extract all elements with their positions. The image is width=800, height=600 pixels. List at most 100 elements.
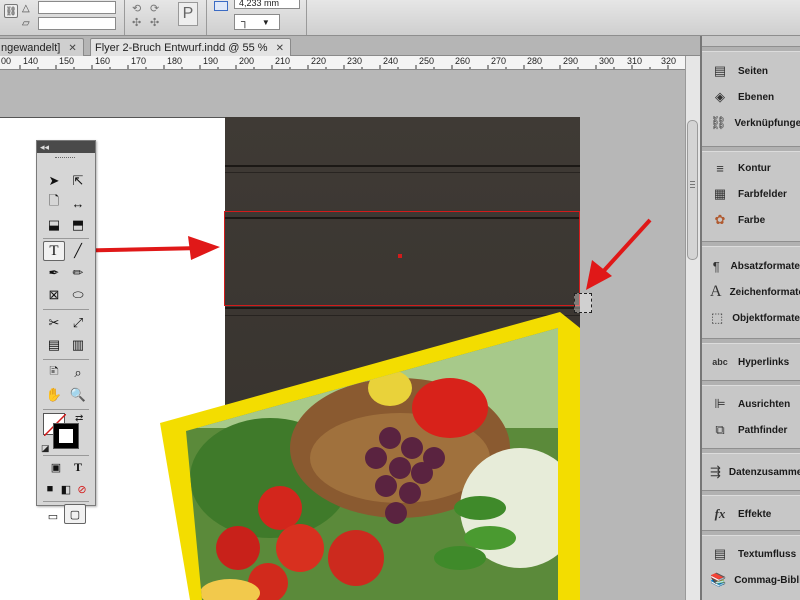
text-wrap-icon: ▤ [713, 546, 727, 561]
stroke-swatch[interactable] [53, 423, 79, 449]
panel-group-divider[interactable] [702, 338, 800, 344]
horizontal-ruler[interactable]: 00 140 150 160 170 180 190 200 210 220 2… [0, 56, 685, 70]
zoom-tool-icon[interactable]: 🔍 [67, 385, 89, 405]
tab-flyer-entwurf[interactable]: Flyer 2-Bruch Entwurf.indd @ 55 % ✕ [90, 38, 291, 56]
select-container-icon[interactable]: ✣ [150, 16, 159, 29]
vegetable-photo[interactable] [160, 308, 580, 600]
panel-item-farbfelder[interactable]: ▦ Farbfelder [702, 181, 800, 207]
shear-angle-field[interactable] [38, 17, 116, 30]
links-icon: ⛓ [710, 115, 727, 130]
divider [43, 455, 89, 456]
divider [43, 409, 89, 410]
rotate-icon: △ [22, 3, 30, 14]
data-merge-icon: ⇶ [710, 464, 721, 479]
tools-panel-header[interactable]: ◂◂ [37, 141, 95, 153]
tools-panel[interactable]: ◂◂ ➤ ⇱ 🗋 ↔ ⬓ ⬒ T ╱ ✒ ✏ ⊠ ⬭ ✂ ⤢ ▤ ▥ 🗈 ⌕ ✋… [36, 140, 96, 506]
separator [124, 0, 125, 35]
ellipse-tool-icon[interactable]: ⬭ [67, 285, 89, 305]
panel-item-zeichenformate[interactable]: A Zeichenformate [702, 279, 800, 305]
panel-item-farbe[interactable]: ✿ Farbe [702, 207, 800, 233]
gradient-feather-tool-icon[interactable]: ▥ [67, 335, 89, 355]
panel-label: Zeichenformate [729, 286, 800, 298]
paragraph-icon[interactable]: P [178, 2, 198, 26]
content-placer-icon[interactable]: ⬒ [67, 215, 89, 235]
type-tool-icon[interactable]: T [43, 241, 65, 261]
pen-tool-icon[interactable]: ✒ [43, 263, 65, 283]
panel-group-divider[interactable] [702, 241, 800, 247]
corner-shape-dropdown[interactable]: ┐ ▼ [234, 14, 280, 30]
close-icon[interactable]: ✕ [68, 43, 76, 54]
formatting-affects-text-icon[interactable]: T [67, 457, 89, 477]
panel-item-kontur[interactable]: ≡ Kontur [702, 155, 800, 181]
free-transform-tool-icon[interactable]: ⤢ [67, 313, 89, 333]
chain-link-icon[interactable]: ⛓ [4, 4, 18, 18]
collapse-icon[interactable]: ◂◂ [40, 142, 49, 152]
panel-item-hyperlinks[interactable]: abc Hyperlinks [702, 349, 800, 375]
scrollbar-thumb[interactable] [687, 120, 698, 260]
page-tool-icon[interactable]: 🗋 [43, 193, 65, 213]
color-icon: ✿ [714, 212, 726, 227]
ruler-ticks [19, 65, 669, 69]
panel-group-divider[interactable] [702, 530, 800, 536]
line-tool-icon[interactable]: ╱ [67, 241, 89, 261]
scissors-tool-icon[interactable]: ✂ [43, 313, 65, 333]
control-bar: ⛓ △ ▱ ⟲ ⟳ ✣ ✣ P 4,233 mm ┐ ▼ [0, 0, 800, 36]
selection-tool-icon[interactable]: ➤ [43, 171, 65, 191]
panel-label: Ebenen [738, 91, 775, 103]
panel-item-objektformate[interactable]: ⬚ Objektformate [702, 305, 800, 331]
panel-item-ausrichten[interactable]: ⊫ Ausrichten [702, 391, 800, 417]
panel-label: Absatzformate [730, 260, 800, 272]
divider [43, 359, 89, 360]
panel-group-effects: fx Effekte [702, 501, 800, 527]
panel-label: Hyperlinks [738, 356, 790, 368]
gap-tool-icon[interactable]: ↔ [67, 193, 89, 213]
panel-item-commag-bibliothek[interactable]: 📚 Commag-Bibliothek [702, 567, 800, 593]
reference-point-icon[interactable]: ✣ [132, 16, 141, 29]
panel-grip[interactable] [55, 157, 75, 159]
arrowhead [188, 236, 220, 260]
separator [206, 0, 207, 35]
panel-item-ebenen[interactable]: ◈ Ebenen [702, 84, 800, 110]
close-icon[interactable]: ✕ [276, 43, 284, 54]
panel-item-absatzformate[interactable]: ¶ Absatzformate [702, 253, 800, 279]
panel-label: Verknüpfungen [734, 117, 800, 129]
panel-label: Farbe [738, 214, 766, 226]
gradient-swatch-tool-icon[interactable]: ▤ [43, 335, 65, 355]
default-fill-stroke-icon[interactable]: ◪ [41, 443, 50, 454]
rectangle-frame-tool-icon[interactable]: ⊠ [43, 285, 65, 305]
panel-group-divider[interactable] [702, 448, 800, 454]
wood-plank-seam [225, 165, 580, 167]
hand-tool-icon[interactable]: ✋ [43, 385, 65, 405]
library-icon: 📚 [710, 572, 727, 587]
panel-label: Commag-Bibliothek [734, 574, 800, 586]
rotation-angle-field[interactable] [38, 1, 116, 14]
panel-group-data-merge: ⇶ Datenzusammenführung [702, 459, 800, 485]
separator [306, 0, 307, 35]
preview-mode-icon[interactable]: ▢ [64, 504, 86, 524]
apply-none-icon[interactable]: ⊘ [71, 479, 93, 499]
content-collector-icon[interactable]: ⬓ [43, 215, 65, 235]
flip-vertical-icon[interactable]: ⟳ [150, 2, 159, 15]
flip-horizontal-icon[interactable]: ⟲ [132, 2, 141, 15]
panel-item-seiten[interactable]: ▤ Seiten [702, 58, 800, 84]
panel-item-textumfluss[interactable]: ▤ Textumfluss [702, 541, 800, 567]
tab-converted-document[interactable]: ngewandelt] ✕ [0, 38, 84, 56]
panel-item-pathfinder[interactable]: ⧉ Pathfinder [702, 417, 800, 443]
stroke-weight-field[interactable]: 4,233 mm [234, 0, 300, 9]
corner-shape-icon: ┐ [241, 16, 249, 28]
panel-item-effekte[interactable]: fx Effekte [702, 501, 800, 527]
panel-group-divider[interactable] [702, 380, 800, 386]
swap-fill-stroke-icon[interactable]: ⇄ [75, 413, 83, 424]
panel-group-divider[interactable] [702, 146, 800, 152]
pencil-tool-icon[interactable]: ✏ [67, 263, 89, 283]
note-tool-icon[interactable]: 🗈 [43, 363, 65, 383]
panel-label: Farbfelder [738, 188, 787, 200]
eyedropper-tool-icon[interactable]: ⌕ [67, 363, 89, 383]
direct-selection-tool-icon[interactable]: ⇱ [67, 171, 89, 191]
panel-item-verknuepfungen[interactable]: ⛓ Verknüpfungen [702, 110, 800, 136]
panel-group-divider[interactable] [702, 490, 800, 496]
panel-group-divider[interactable] [702, 46, 800, 52]
formatting-affects-container-icon[interactable]: ▣ [45, 457, 67, 477]
panel-item-datenzusammenfuehrung[interactable]: ⇶ Datenzusammenführung [702, 459, 800, 485]
normal-view-icon[interactable]: ▭ [42, 506, 64, 526]
